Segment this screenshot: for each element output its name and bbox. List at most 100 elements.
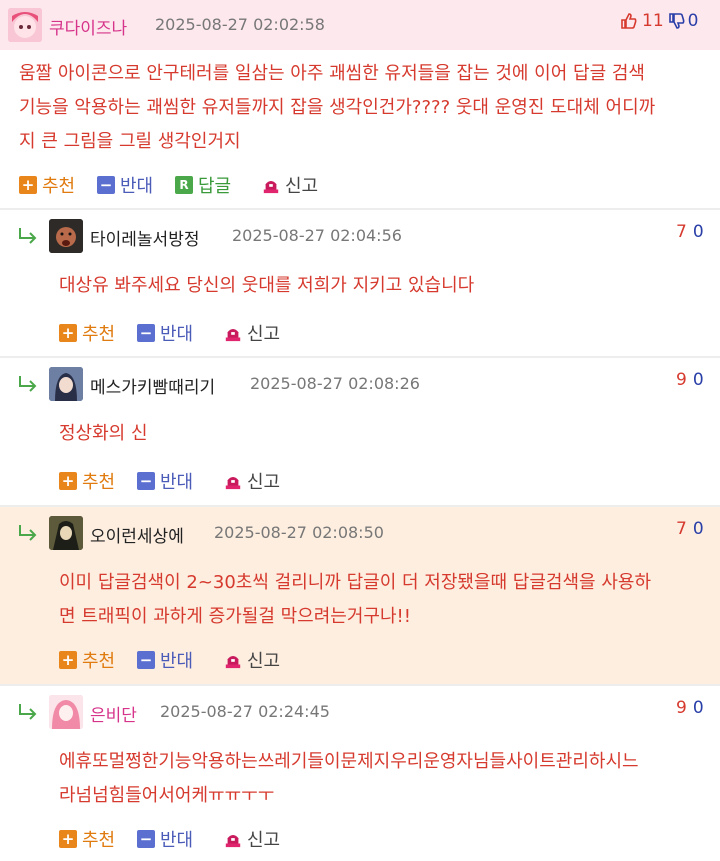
comment-text: 움짤 아이콘으로 안구테러를 일삼는 아주 괘씸한 유저들을 잡는 것에 이어 … (19, 57, 655, 159)
oppose-button[interactable]: − 반대 (137, 320, 193, 346)
report-button[interactable]: 신고 (224, 320, 280, 346)
siren-icon (225, 834, 241, 848)
downvote-count: 0 (692, 370, 704, 390)
plus-icon: + (59, 324, 77, 342)
comment-text: 대상유 봐주세요 당신의 웃대를 저희가 지키고 있습니다 (59, 269, 474, 303)
downvote-count: 0 (692, 519, 704, 539)
recommend-label: 추천 (82, 324, 116, 345)
report-label: 신고 (285, 176, 319, 197)
report-button[interactable]: 신고 (224, 468, 280, 494)
thumbs-down-icon[interactable] (668, 12, 686, 30)
avatar[interactable] (49, 516, 83, 550)
oppose-button[interactable]: − 반대 (97, 172, 153, 198)
upvote-count: 9 (676, 698, 687, 718)
oppose-label: 반대 (160, 472, 194, 493)
recommend-label: 추천 (42, 176, 76, 197)
downvote-count: 0 (692, 698, 704, 718)
oppose-button[interactable]: − 반대 (137, 468, 193, 494)
avatar[interactable] (8, 8, 42, 42)
siren-icon (225, 476, 241, 490)
author-name[interactable]: 은비단 (90, 701, 137, 726)
comment-reply: 은비단 2025-08-27 02:24:45 9 0 에휴또멀쩡한기능악용하는… (0, 686, 720, 861)
oppose-label: 반대 (120, 176, 154, 197)
recommend-button[interactable]: + 추천 (59, 320, 115, 346)
siren-icon (225, 655, 241, 669)
recommend-button[interactable]: + 추천 (19, 172, 75, 198)
upvote-count: 7 (676, 222, 687, 242)
comment-line: 움짤 아이콘으로 안구테러를 일삼는 아주 괘씸한 유저들을 잡는 것에 이어 … (19, 63, 645, 84)
oppose-button[interactable]: − 반대 (137, 647, 193, 673)
vote-counts: 9 0 (676, 698, 704, 718)
minus-icon: − (97, 176, 115, 194)
comment-date: 2025-08-27 02:08:50 (214, 523, 384, 542)
author-name[interactable]: 쿠다이즈나 (49, 14, 127, 39)
reply-label: 답글 (198, 176, 232, 197)
minus-icon: − (137, 472, 155, 490)
reply-arrow-icon (19, 704, 37, 720)
minus-icon: − (137, 651, 155, 669)
comment-line: 면 트래픽이 과하게 증가될걸 막으려는거구나!! (59, 606, 411, 627)
plus-icon: + (59, 651, 77, 669)
avatar[interactable] (49, 695, 83, 729)
comment-reply-highlighted: 오이런세상에 2025-08-27 02:08:50 7 0 이미 답글검색이 … (0, 507, 720, 684)
upvote-count: 9 (676, 370, 687, 390)
oppose-label: 반대 (160, 651, 194, 672)
avatar[interactable] (49, 219, 83, 253)
report-label: 신고 (247, 651, 281, 672)
comment-line: 기능을 악용하는 괘씸한 유저들까지 잡을 생각인건가???? 웃대 운영진 도… (19, 97, 656, 118)
author-name[interactable]: 타이레놀서방정 (90, 225, 199, 250)
comment-text: 정상화의 신 (59, 417, 148, 451)
oppose-label: 반대 (160, 830, 194, 851)
reply-button[interactable]: R 답글 (175, 172, 231, 198)
comment-line: 정상화의 신 (59, 423, 148, 444)
oppose-button[interactable]: − 반대 (137, 826, 193, 852)
comment-date: 2025-08-27 02:04:56 (232, 226, 402, 245)
avatar[interactable] (49, 367, 83, 401)
plus-icon: + (59, 472, 77, 490)
recommend-label: 추천 (82, 830, 116, 851)
vote-counts: 7 0 (676, 519, 704, 539)
recommend-button[interactable]: + 추천 (59, 468, 115, 494)
recommend-label: 추천 (82, 472, 116, 493)
comment-line: 에휴또멀쩡한기능악용하는쓰레기들이문제지우리운영자님들사이트관리하시느 (59, 751, 639, 772)
comment-date: 2025-08-27 02:02:58 (155, 15, 325, 34)
recommend-button[interactable]: + 추천 (59, 826, 115, 852)
downvote-count: 0 (687, 11, 699, 31)
upvote-count: 7 (676, 519, 687, 539)
report-button[interactable]: 신고 (262, 172, 318, 198)
plus-icon: + (19, 176, 37, 194)
siren-icon (263, 180, 279, 194)
comment-line: 지 큰 그림을 그릴 생각인거지 (19, 131, 241, 152)
author-name[interactable]: 메스가키빰때리기 (90, 373, 215, 398)
reply-icon: R (175, 176, 193, 194)
siren-icon (225, 328, 241, 342)
comment-line: 대상유 봐주세요 당신의 웃대를 저희가 지키고 있습니다 (59, 275, 475, 296)
vote-counts: 9 0 (676, 370, 704, 390)
reply-arrow-icon (19, 228, 37, 244)
oppose-label: 반대 (160, 324, 194, 345)
report-button[interactable]: 신고 (224, 647, 280, 673)
comment-text: 에휴또멀쩡한기능악용하는쓰레기들이문제지우리운영자님들사이트관리하시느 라넘넘힘… (59, 745, 639, 813)
reply-arrow-icon (19, 525, 37, 541)
vote-counts: 11 0 (620, 11, 698, 31)
comment-line: 이미 답글검색이 2~30초씩 걸리니까 답글이 더 저장됐을때 답글검색을 사… (59, 572, 652, 593)
vote-counts: 7 0 (676, 222, 704, 242)
downvote-count: 0 (692, 222, 704, 242)
comment-date: 2025-08-27 02:24:45 (160, 702, 330, 721)
report-label: 신고 (247, 472, 281, 493)
minus-icon: − (137, 324, 155, 342)
comment-line: 라넘넘힘들어서어케ㅠㅠㅜㅜ (59, 785, 275, 806)
plus-icon: + (59, 830, 77, 848)
thumbs-up-icon[interactable] (620, 12, 638, 30)
report-label: 신고 (247, 324, 281, 345)
comment-reply: 타이레놀서방정 2025-08-27 02:04:56 7 0 대상유 봐주세요… (0, 210, 720, 356)
recommend-button[interactable]: + 추천 (59, 647, 115, 673)
comment-main: 쿠다이즈나 2025-08-27 02:02:58 11 0 움짤 아이콘으로 … (0, 0, 720, 208)
reply-arrow-icon (19, 376, 37, 392)
comment-date: 2025-08-27 02:08:26 (250, 374, 420, 393)
report-label: 신고 (247, 830, 281, 851)
comment-text: 이미 답글검색이 2~30초씩 걸리니까 답글이 더 저장됐을때 답글검색을 사… (59, 566, 651, 634)
author-name[interactable]: 오이런세상에 (90, 522, 184, 547)
recommend-label: 추천 (82, 651, 116, 672)
report-button[interactable]: 신고 (224, 826, 280, 852)
